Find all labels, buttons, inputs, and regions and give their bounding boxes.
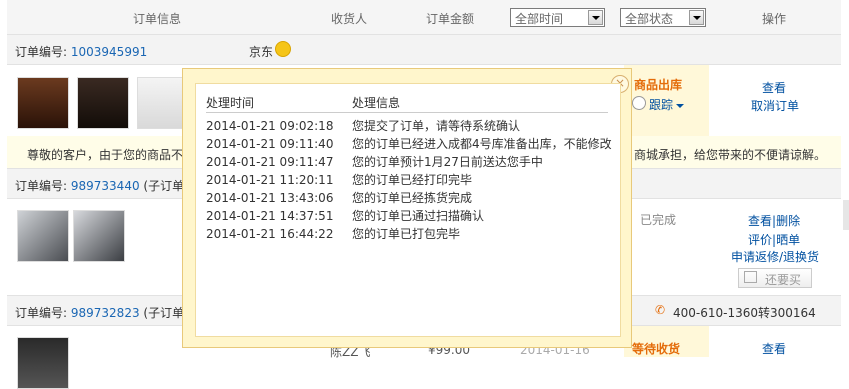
- phone-icon: ✆: [655, 303, 666, 317]
- divider: [206, 112, 608, 113]
- cancel-order-link[interactable]: 取消订单: [751, 97, 799, 114]
- return-request-link[interactable]: 申请返修/退换货: [731, 248, 819, 265]
- rebuy-button[interactable]: 还要买: [738, 268, 812, 288]
- order-status: 商品出库: [634, 78, 683, 92]
- tracking-list: 处理时间 处理信息 2014-01-21 09:02:18 您提交了订单，请等待系…: [195, 83, 621, 337]
- order-number-link[interactable]: 989732823: [71, 306, 140, 320]
- tracking-row: 2014-01-21 14:37:51 您的订单已通过扫描确认: [206, 209, 485, 223]
- tracking-row: 2014-01-21 09:11:40 您的订单已经进入成都4号库准备出库，不能修…: [206, 137, 612, 151]
- col-receiver: 收货人: [331, 12, 368, 26]
- product-thumbnail[interactable]: [73, 210, 125, 262]
- notice-text-right: 商城承担，给您带来的不便请谅解。: [634, 148, 827, 162]
- view-order-link[interactable]: 查看: [762, 340, 786, 357]
- delete-order-link[interactable]: 删除: [776, 214, 800, 228]
- view-order-link[interactable]: 查看: [748, 214, 772, 228]
- service-phone: 400-610-1360转300164: [673, 306, 816, 320]
- scrollbar[interactable]: [843, 200, 849, 230]
- status-cell: 商品出库 跟踪: [624, 65, 709, 136]
- track-link[interactable]: 跟踪: [649, 96, 685, 113]
- col-order-info: 订单信息: [133, 12, 182, 26]
- tracking-row: 2014-01-21 13:43:06 您的订单已经拣货完成: [206, 191, 473, 205]
- clock-icon: [632, 96, 646, 110]
- chevron-down-icon: [588, 10, 603, 25]
- review-link[interactable]: 评价: [748, 233, 772, 247]
- order-tracking-popup: × 处理时间 处理信息 2014-01-21 09:02:18您提交了订单，请等…: [182, 68, 632, 348]
- tracking-row: 2014-01-21 09:11:47 您的订单预计1月27日前送达您手中: [206, 155, 543, 169]
- tracking-row: 2014-01-21 09:02:18 您提交了订单，请等待系统确认: [206, 119, 521, 133]
- col-process-info: 处理信息: [352, 96, 401, 110]
- view-order-link[interactable]: 查看: [762, 79, 786, 96]
- chevron-down-icon: [689, 10, 704, 25]
- col-process-time: 处理时间: [206, 96, 255, 110]
- table-header: 订单信息 收货人 订单金额 全部时间 全部状态 操作: [7, 0, 841, 35]
- product-thumbnail[interactable]: [17, 210, 69, 262]
- product-thumbnail[interactable]: [17, 337, 69, 389]
- col-action: 操作: [762, 12, 787, 26]
- order-number-link[interactable]: 1003945991: [71, 45, 147, 59]
- order-status: 已完成: [640, 213, 677, 227]
- notice-text-left: 尊敬的客户，由于您的商品不: [27, 148, 184, 162]
- shop-badge-icon: [275, 41, 291, 57]
- time-filter-select[interactable]: 全部时间: [510, 8, 605, 27]
- chevron-down-icon: [676, 103, 685, 108]
- cart-icon: [744, 271, 757, 283]
- status-cell: 等待收货: [624, 326, 709, 357]
- col-amount: 订单金额: [426, 12, 475, 26]
- product-thumbnail[interactable]: [17, 77, 69, 129]
- tracking-row: 2014-01-21 11:20:11 您的订单已经打印完毕: [206, 173, 473, 187]
- order-status: 等待收货: [632, 342, 681, 356]
- shop-name: 京东: [249, 45, 274, 59]
- product-thumbnail[interactable]: [77, 77, 129, 129]
- share-link[interactable]: 晒单: [776, 233, 800, 247]
- status-filter-select[interactable]: 全部状态: [620, 8, 706, 27]
- order-row-header: 订单编号: 1003945991 京东: [7, 34, 841, 65]
- order-number-link[interactable]: 989733440: [71, 179, 140, 193]
- tracking-row: 2014-01-21 16:44:22 您的订单已打包完毕: [206, 227, 461, 241]
